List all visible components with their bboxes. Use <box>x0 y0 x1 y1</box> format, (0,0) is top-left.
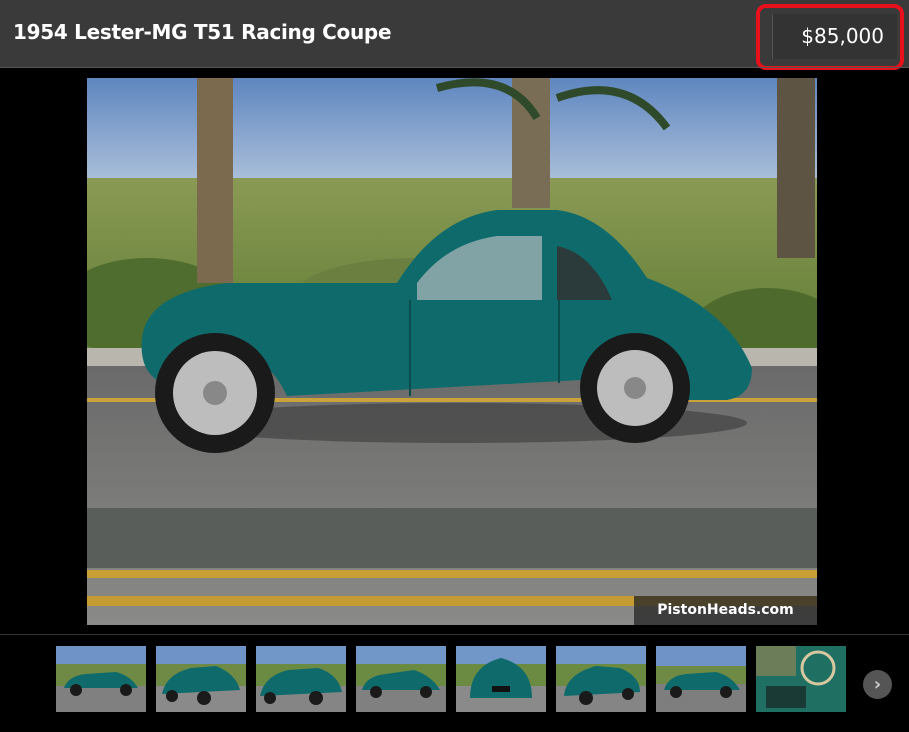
thumbnail-5[interactable] <box>456 646 546 712</box>
thumbnail-image <box>556 646 646 712</box>
gallery-divider <box>0 634 909 635</box>
thumbnail-4[interactable] <box>356 646 446 712</box>
chevron-right-icon: › <box>873 674 882 695</box>
thumbnail-image <box>256 646 346 712</box>
thumbnail-image <box>56 646 146 712</box>
watermark: PistonHeads.com <box>634 596 817 625</box>
thumbnail-2[interactable] <box>156 646 246 712</box>
main-photo[interactable] <box>87 78 817 625</box>
thumbnail-image <box>456 646 546 712</box>
thumbnail-image <box>156 646 246 712</box>
thumbnail-3[interactable] <box>256 646 346 712</box>
thumbnail-1[interactable] <box>56 646 146 712</box>
next-thumbnails-button[interactable]: › <box>863 670 892 699</box>
thumbnail-image <box>356 646 446 712</box>
price-highlight-box <box>756 4 904 70</box>
thumbnail-6[interactable] <box>556 646 646 712</box>
thumbnail-image <box>756 646 846 712</box>
thumbnail-7[interactable] <box>656 646 746 712</box>
thumbnail-8[interactable] <box>756 646 846 712</box>
header-divider <box>0 67 909 68</box>
car-photo-illustration <box>87 78 817 625</box>
thumbnail-image <box>656 646 746 712</box>
listing-title: 1954 Lester-MG T51 Racing Coupe <box>13 20 392 44</box>
